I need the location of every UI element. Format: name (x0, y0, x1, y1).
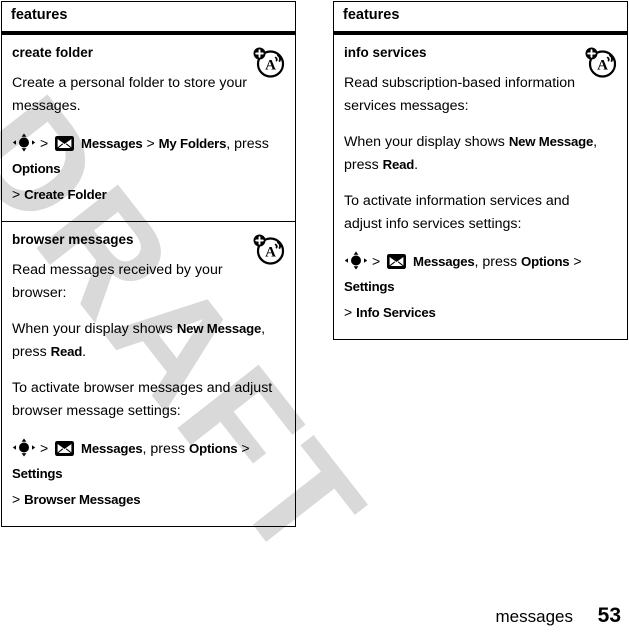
path-screen-create-folder: Create Folder (24, 186, 107, 202)
path-screen-messages: Messages (413, 254, 475, 270)
path-separator: > (241, 440, 250, 457)
path-screen-options: Options (189, 441, 238, 457)
navigation-key-icon (12, 438, 40, 457)
rich-screen-read: Read (50, 344, 83, 360)
svg-text:A: A (265, 57, 276, 73)
feature-path-create-folder: > Messages > My Folders, press Options >… (12, 131, 285, 208)
feature-title: info services (344, 44, 427, 60)
page-footer: messages 53 (0, 604, 629, 628)
rich-screen-new-message: New Message (176, 321, 262, 337)
messages-envelope-icon (52, 136, 81, 152)
manual-page: features A create folder Create a person… (0, 0, 629, 636)
path-separator: > (12, 185, 21, 202)
feature-paragraph: To activate browser messages and adjust … (12, 380, 273, 420)
path-plain: , press (142, 441, 190, 458)
path-screen-messages: Messages (81, 136, 143, 152)
rich-screen-read: Read (382, 157, 415, 173)
path-screen-info-services: Info Services (356, 304, 436, 320)
feature-paragraph-rich: When your display shows New Message, pre… (12, 318, 285, 364)
path-screen-settings: Settings (12, 466, 63, 482)
svg-text:A: A (265, 244, 276, 260)
path-screen-messages: Messages (81, 441, 143, 457)
features-table-right: features A info services Read subscripti… (333, 1, 628, 340)
feature-paragraph: To activate information services and adj… (344, 193, 570, 233)
path-screen-settings: Settings (344, 278, 395, 294)
path-separator: > (344, 303, 353, 320)
feature-title: create folder (12, 44, 94, 60)
table-header-left: features (2, 2, 295, 35)
feature-paragraph: Read messages received by your browser: (12, 262, 223, 302)
feature-row-create-folder: A create folder Create a personal folder… (2, 35, 295, 222)
features-table-left: features A create folder Create a person… (1, 1, 296, 527)
path-separator: > (371, 253, 381, 270)
path-plain: , press (226, 136, 269, 153)
feature-paragraph: Create a personal folder to store your m… (12, 75, 248, 115)
feature-paragraph-rich: When your display shows New Message, pre… (344, 131, 617, 177)
cell-broadcast-icon: A (585, 47, 617, 78)
rich-post: . (414, 157, 419, 174)
path-plain: , press (474, 254, 522, 271)
path-screen-browser-messages: Browser Messages (24, 491, 141, 507)
path-screen-options: Options (521, 254, 570, 270)
path-separator: > (573, 253, 582, 270)
feature-path-info-services: > Messages, press Options > Settings > I… (344, 249, 617, 326)
svg-text:A: A (597, 57, 608, 73)
feature-row-browser-messages: A browser messages Read messages receive… (2, 222, 295, 526)
table-header-right: features (334, 2, 627, 35)
cell-broadcast-icon: A (253, 234, 285, 265)
rich-pre: When your display shows (12, 321, 177, 338)
path-screen-options: Options (12, 160, 61, 176)
rich-post: . (82, 344, 87, 361)
cell-broadcast-icon: A (253, 47, 285, 78)
path-screen-my-folders: My Folders (158, 136, 227, 152)
feature-title: browser messages (12, 231, 134, 247)
footer-chapter-name: messages (495, 607, 573, 626)
navigation-key-icon (344, 251, 372, 270)
path-separator: > (39, 440, 49, 457)
messages-envelope-icon (52, 441, 81, 457)
path-separator: > (12, 490, 21, 507)
feature-row-info-services: A info services Read subscription-based … (334, 35, 627, 339)
feature-paragraph: Read subscription-based information serv… (344, 75, 576, 115)
path-separator: > (146, 135, 155, 152)
rich-pre: When your display shows (344, 134, 509, 151)
messages-envelope-icon (384, 254, 413, 270)
rich-screen-new-message: New Message (508, 134, 594, 150)
footer-page-number: 53 (597, 604, 621, 627)
feature-path-browser-messages: > Messages, press Options > Settings > B… (12, 436, 285, 513)
navigation-key-icon (12, 133, 40, 152)
path-separator: > (39, 135, 49, 152)
